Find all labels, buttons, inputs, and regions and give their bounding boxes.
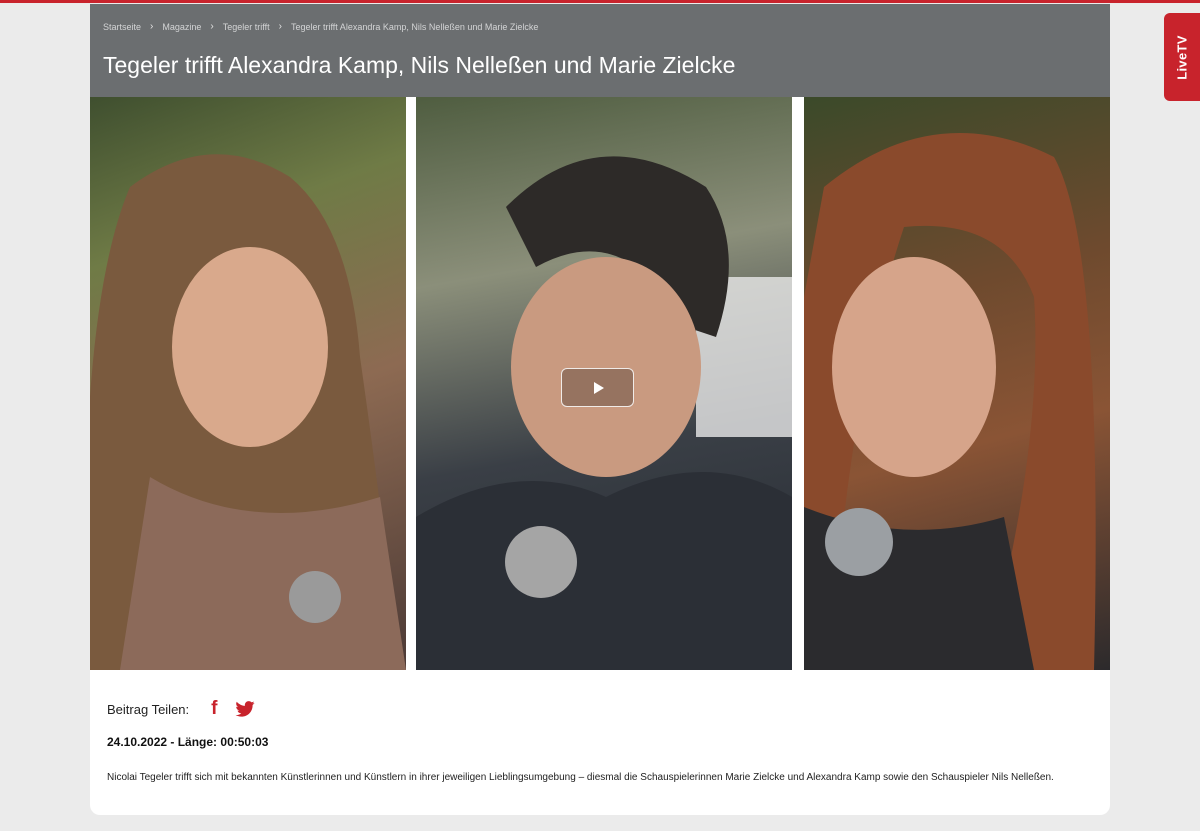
article-header: Startseite › Magazine › Tegeler trifft ›… xyxy=(90,4,1110,97)
facebook-icon[interactable]: f xyxy=(211,698,217,720)
livetv-tab[interactable]: LiveTV xyxy=(1164,13,1200,101)
breadcrumb-separator-icon: › xyxy=(210,21,214,32)
twitter-icon[interactable] xyxy=(235,701,256,717)
breadcrumb-item-current: Tegeler trifft Alexandra Kamp, Nils Nell… xyxy=(290,21,539,32)
video-thumbnail-left xyxy=(90,97,406,670)
video-thumbnail-right xyxy=(804,97,1110,670)
breadcrumb-separator-icon: › xyxy=(150,21,154,32)
livetv-label: LiveTV xyxy=(1174,34,1190,80)
breadcrumb-separator-icon: › xyxy=(278,21,282,32)
breadcrumb-item-tegeler-trifft[interactable]: Tegeler trifft xyxy=(223,22,270,32)
share-bar: Beitrag Teilen: f xyxy=(107,698,256,720)
breadcrumb-item-magazine[interactable]: Magazine xyxy=(162,22,201,32)
article-card: Startseite › Magazine › Tegeler trifft ›… xyxy=(90,4,1110,815)
episode-description: Nicolai Tegeler trifft sich mit bekannte… xyxy=(107,772,1054,783)
page-title: Tegeler trifft Alexandra Kamp, Nils Nell… xyxy=(103,52,736,78)
top-accent-line xyxy=(0,0,1200,3)
episode-meta: 24.10.2022 - Länge: 00:50:03 xyxy=(107,735,269,749)
breadcrumb: Startseite › Magazine › Tegeler trifft ›… xyxy=(103,21,538,32)
video-player[interactable] xyxy=(90,97,1110,670)
play-icon xyxy=(594,381,604,394)
play-button[interactable] xyxy=(561,368,634,407)
breadcrumb-item-startseite[interactable]: Startseite xyxy=(103,22,141,32)
share-label: Beitrag Teilen: xyxy=(107,701,190,717)
